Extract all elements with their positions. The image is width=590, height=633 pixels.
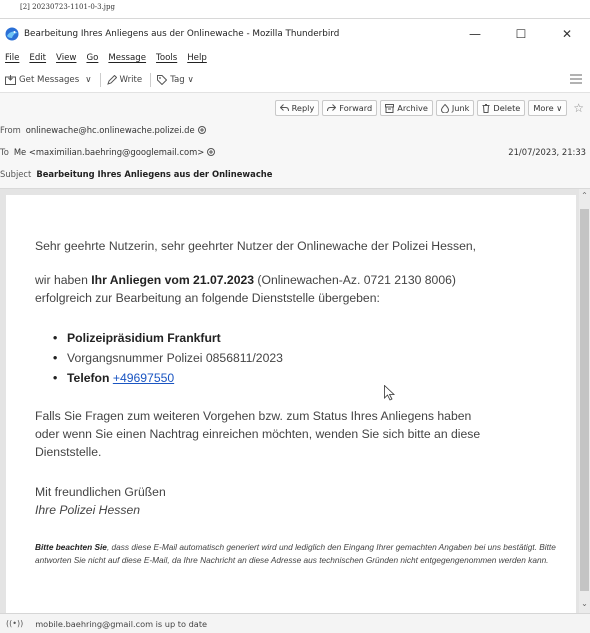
menu-edit[interactable]: Edit — [29, 53, 46, 63]
menu-message[interactable]: Message — [108, 53, 146, 63]
paragraph-2-line-3: Dienststelle. — [35, 445, 102, 459]
menu-bar: File Edit View Go Message Tools Help — [0, 49, 590, 67]
toolbar-separator — [99, 72, 101, 87]
archive-box-icon — [385, 103, 395, 113]
hamburger-menu-icon[interactable] — [570, 74, 582, 84]
more-label: More ∨ — [533, 103, 563, 113]
thunderbird-logo-icon — [5, 27, 19, 41]
close-button[interactable]: ✕ — [544, 19, 590, 49]
from-label: From — [0, 125, 21, 135]
paragraph-1-line-2: erfolgreich zur Bearbeitung an folgende … — [35, 291, 380, 305]
subject-label: Subject — [0, 169, 32, 179]
menu-go[interactable]: Go — [86, 53, 98, 63]
status-bar: ((•)) mobile.baehring@gmail.com is up to… — [0, 613, 590, 633]
inbox-download-icon — [5, 74, 16, 85]
message-area: Sehr geehrte Nutzerin, sehr geehrter Nut… — [0, 189, 590, 613]
to-address[interactable]: Me <maximilian.baehring@googlemail.com> — [14, 147, 204, 157]
list-item: Vorgangsnummer Polizei 0856811/2023 — [53, 348, 283, 368]
forward-label: Forward — [339, 103, 373, 113]
junk-label: Junk — [451, 103, 470, 113]
scrollbar-thumb[interactable] — [580, 209, 589, 591]
message-header-pane: Reply Forward Archive Junk Delete More ∨… — [0, 93, 590, 189]
to-label: To — [0, 147, 9, 157]
automated-email-note: Bitte beachten Sie, dass diese E-Mail au… — [35, 541, 567, 566]
paragraph-2-line-1: Falls Sie Fragen zum weiteren Vorgehen b… — [35, 409, 472, 423]
closing-line-2: Ihre Polizei Hessen — [35, 503, 140, 517]
list-item: Polizeipräsidium Frankfurt — [53, 328, 283, 348]
mouse-cursor-icon — [384, 385, 395, 401]
forward-arrow-icon — [327, 104, 337, 112]
image-filename-label: [2] 20230723-1101-0-3.jpg — [0, 0, 590, 19]
pencil-icon — [106, 74, 117, 85]
more-button[interactable]: More ∨ — [528, 100, 568, 116]
get-messages-button[interactable]: Get Messages — [5, 74, 80, 85]
note-text: , dass diese E-Mail automatisch generier… — [35, 542, 556, 565]
tag-icon — [157, 74, 168, 85]
window-titlebar: Bearbeitung Ihres Anliegens aus der Onli… — [0, 19, 590, 49]
scroll-up-arrow-icon[interactable]: ⌃ — [579, 191, 590, 203]
paragraph-2-line-2: oder wenn Sie einen Nachtrag einreichen … — [35, 427, 481, 441]
flame-junk-icon — [440, 103, 449, 113]
subject-text: Bearbeitung Ihres Anliegens aus der Onli… — [36, 169, 273, 179]
contact-add-icon[interactable] — [207, 148, 216, 156]
write-button[interactable]: Write — [106, 74, 143, 85]
delete-label: Delete — [493, 103, 521, 113]
case-number: Vorgangsnummer Polizei 0856811/2023 — [67, 351, 283, 365]
list-item: Telefon +49697550 — [53, 368, 283, 388]
window-title: Bearbeitung Ihres Anliegens aus der Onli… — [24, 29, 340, 39]
p1-text-b: (Onlinewachen-Az. 0721 2130 8006) — [254, 273, 456, 287]
phone-label: Telefon — [67, 371, 113, 385]
greeting-text: Sehr geehrte Nutzerin, sehr geehrter Nut… — [35, 239, 477, 253]
paragraph-1-line-1: wir haben Ihr Anliegen vom 21.07.2023 (O… — [35, 271, 456, 289]
forward-button[interactable]: Forward — [322, 100, 378, 116]
vertical-scrollbar[interactable]: ⌃ ⌄ — [579, 189, 590, 613]
reply-button[interactable]: Reply — [274, 100, 320, 116]
note-bold-text: Bitte beachten Sie — [35, 542, 107, 552]
p1-bold-text: Ihr Anliegen vom 21.07.2023 — [91, 273, 255, 287]
scroll-down-arrow-icon[interactable]: ⌄ — [579, 599, 590, 611]
tag-button[interactable]: Tag ∨ — [157, 74, 194, 85]
header-action-bar: Reply Forward Archive Junk Delete More ∨… — [272, 100, 584, 116]
main-toolbar: Get Messages ∨ Write Tag ∨ — [0, 67, 590, 93]
star-icon[interactable]: ☆ — [573, 101, 584, 115]
subject-row: Subject Bearbeitung Ihres Anliegens aus … — [0, 169, 272, 179]
maximize-button[interactable]: ☐ — [498, 19, 544, 49]
online-status-icon: ((•)) — [6, 619, 24, 628]
reply-label: Reply — [291, 103, 315, 113]
p1-text-a: wir haben — [35, 273, 92, 287]
get-messages-label: Get Messages — [19, 74, 80, 85]
archive-button[interactable]: Archive — [380, 100, 433, 116]
message-date: 21/07/2023, 21:33 — [508, 147, 586, 157]
get-messages-dropdown[interactable]: ∨ — [85, 75, 91, 85]
delete-button[interactable]: Delete — [477, 100, 526, 116]
reply-arrow-icon — [279, 104, 289, 112]
phone-link[interactable]: +49697550 — [113, 371, 174, 385]
message-body: Sehr geehrte Nutzerin, sehr geehrter Nut… — [6, 195, 576, 613]
closing-line-1: Mit freundlichen Grüßen — [35, 485, 166, 499]
minimize-button[interactable]: — — [452, 19, 498, 49]
from-address[interactable]: onlinewache@hc.onlinewache.polizei.de — [26, 125, 195, 135]
office-name: Polizeipräsidium Frankfurt — [67, 331, 221, 345]
tag-label: Tag ∨ — [170, 74, 194, 85]
toolbar-separator — [150, 72, 152, 87]
trash-icon — [482, 103, 490, 113]
archive-label: Archive — [397, 103, 428, 113]
menu-help[interactable]: Help — [187, 53, 207, 63]
menu-tools[interactable]: Tools — [156, 53, 177, 63]
status-text: mobile.baehring@gmail.com is up to date — [35, 618, 208, 629]
write-label: Write — [119, 74, 143, 85]
contact-add-icon[interactable] — [197, 126, 206, 134]
menu-file[interactable]: File — [5, 53, 19, 63]
to-row: To Me <maximilian.baehring@googlemail.co… — [0, 147, 216, 157]
office-details-list: Polizeipräsidium Frankfurt Vorgangsnumme… — [53, 328, 283, 388]
junk-button[interactable]: Junk — [435, 100, 475, 116]
menu-view[interactable]: View — [56, 53, 76, 63]
from-row: From onlinewache@hc.onlinewache.polizei.… — [0, 125, 206, 135]
